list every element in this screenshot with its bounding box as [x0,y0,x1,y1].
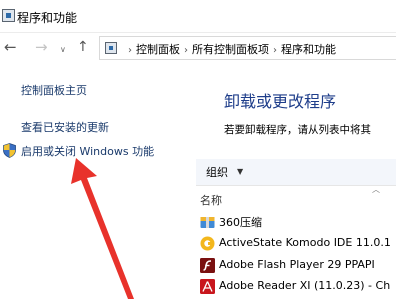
column-header-name[interactable]: 名称 [200,192,222,208]
list-item[interactable]: ActiveState Komodo IDE 11.0.1 [200,234,396,254]
flash-icon [200,258,215,273]
archive-icon [200,217,215,228]
organize-button[interactable]: 组织 [206,164,228,180]
up-arrow-icon[interactable]: ↑ [77,38,89,56]
caret-down-icon[interactable]: ▼ [237,167,243,176]
turn-windows-features-link[interactable]: 启用或关闭 Windows 功能 [21,143,154,159]
navigation-bar: ← → ∨ ↑ › 控制面板 › 所有控制面板项 › 程序和功能 [0,33,396,63]
breadcrumb: › 控制面板 › 所有控制面板项 › 程序和功能 [124,41,336,57]
list-item[interactable]: Adobe Flash Player 29 PPAPI [200,256,396,276]
forward-arrow-icon[interactable]: → [35,38,48,56]
sort-chevron-icon[interactable]: ︿ [372,184,380,195]
page-description: 若要卸载程序，请从列表中将其 [224,124,371,136]
window-title: 程序和功能 [17,11,78,25]
acrobat-icon [200,279,215,294]
program-name: Adobe Reader XI (11.0.23) - Ch [219,279,391,292]
chevron-right-icon[interactable]: › [273,45,277,56]
program-name: Adobe Flash Player 29 PPAPI [219,258,375,271]
title-bar: 程序和功能 [0,0,396,33]
recent-locations-chevron-icon[interactable]: ∨ [60,41,66,59]
chevron-right-icon[interactable]: › [184,45,188,56]
back-arrow-icon[interactable]: ← [4,38,17,56]
list-item[interactable]: 360压缩 [200,212,396,232]
toolbar: 组织 ▼ [196,159,396,186]
breadcrumb-item-programs[interactable]: 程序和功能 [281,43,336,56]
breadcrumb-item-all-items[interactable]: 所有控制面板项 [192,43,269,56]
chevron-right-icon[interactable]: › [128,45,132,56]
page-heading: 卸载或更改程序 [224,92,337,111]
view-installed-updates-link[interactable]: 查看已安装的更新 [21,119,109,135]
program-name: ActiveState Komodo IDE 11.0.1 [219,236,391,249]
breadcrumb-item-control-panel[interactable]: 控制面板 [136,43,180,56]
program-name: 360压缩 [219,216,262,229]
list-item[interactable]: Adobe Reader XI (11.0.23) - Ch [200,277,396,297]
shield-icon [3,143,16,158]
address-bar[interactable]: › 控制面板 › 所有控制面板项 › 程序和功能 [99,36,396,60]
control-panel-icon [105,42,117,54]
komodo-icon [200,236,215,251]
control-panel-home-link[interactable]: 控制面板主页 [21,82,87,98]
control-panel-icon [2,9,15,22]
